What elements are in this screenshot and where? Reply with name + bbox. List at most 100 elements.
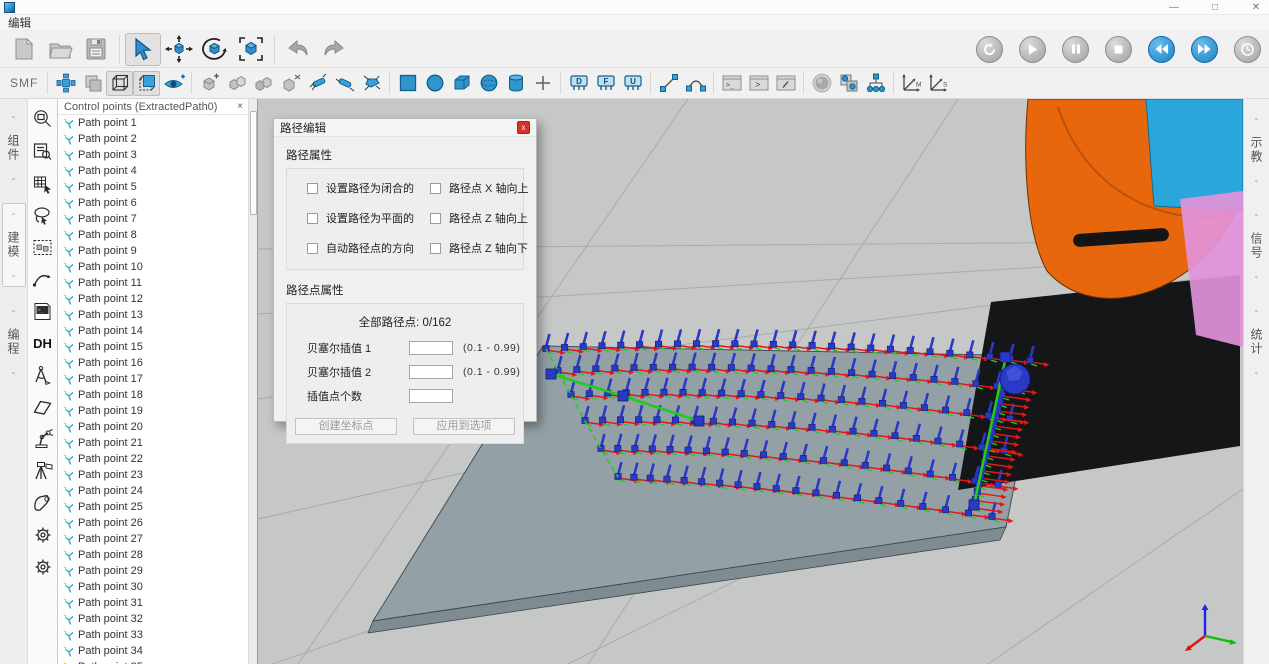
apply-to-selection-button[interactable]: 应用到选项 (413, 418, 515, 435)
tree-item[interactable]: Path point 25 (58, 499, 257, 515)
probe-tool-1-button[interactable] (304, 71, 331, 96)
tree-item[interactable]: Path point 20 (58, 419, 257, 435)
terminal-prompt-button[interactable]: >_ (718, 71, 745, 96)
circle-shape-button[interactable] (421, 71, 448, 96)
restore-button[interactable]: □ (1208, 0, 1222, 15)
move-tool-button[interactable] (161, 33, 197, 66)
tree-item[interactable]: Path point 35 (58, 659, 257, 664)
axis-s-button[interactable]: S (925, 71, 952, 96)
terminal-script-button[interactable] (772, 71, 799, 96)
tree-item[interactable]: Path point 17 (58, 371, 257, 387)
document-search-button[interactable] (31, 139, 55, 163)
tree-item[interactable]: Path point 4 (58, 163, 257, 179)
sphere-shape-button[interactable] (475, 71, 502, 96)
cube-pair-button[interactable] (250, 71, 277, 96)
save-button[interactable] (78, 33, 114, 66)
tree-item[interactable]: Path point 31 (58, 595, 257, 611)
zoom-cube-button[interactable] (31, 107, 55, 131)
frame-tool-button[interactable] (233, 33, 269, 66)
tree-item[interactable]: Path point 14 (58, 323, 257, 339)
checkbox-row[interactable]: 路径点 Z 轴向上 (414, 210, 528, 226)
tree-item[interactable]: Path point 11 (58, 275, 257, 291)
checkbox[interactable] (307, 243, 318, 254)
gear-settings-2-button[interactable] (31, 555, 55, 579)
control-sphere[interactable] (1000, 364, 1030, 394)
square-shape-button[interactable] (394, 71, 421, 96)
arc-segment-button[interactable] (682, 71, 709, 96)
field-input[interactable] (409, 365, 453, 379)
tree-item[interactable]: Path point 30 (58, 579, 257, 595)
eye-add-button[interactable] (160, 71, 187, 96)
select-tool-button[interactable] (125, 33, 161, 66)
timer-button[interactable] (1234, 36, 1261, 63)
checkbox-row[interactable]: 路径点 Z 轴向下 (414, 240, 528, 256)
panel-close-icon[interactable]: × (237, 101, 243, 112)
field-input[interactable] (409, 389, 453, 403)
tree-scrollbar[interactable] (248, 99, 257, 664)
tree-item[interactable]: Path point 22 (58, 451, 257, 467)
tree-item[interactable]: Path point 21 (58, 435, 257, 451)
dialog-close-button[interactable]: x (517, 121, 530, 134)
play-button[interactable] (1019, 36, 1046, 63)
tree-item[interactable]: Path point 18 (58, 387, 257, 403)
gear-settings-1-button[interactable] (31, 523, 55, 547)
script-page-button[interactable]: >_ (31, 299, 55, 323)
tree-item[interactable]: Path point 33 (58, 627, 257, 643)
tree-item[interactable]: Path point 12 (58, 291, 257, 307)
tree-item[interactable]: Path point 1 (58, 115, 257, 131)
tree-item[interactable]: Path point 9 (58, 243, 257, 259)
tree-item[interactable]: Path point 10 (58, 259, 257, 275)
tab-group-teach[interactable]: - 示教 - (1245, 109, 1269, 191)
tree-item[interactable]: Path point 29 (58, 563, 257, 579)
checkbox[interactable] (307, 183, 318, 194)
close-button[interactable]: ✕ (1249, 0, 1263, 15)
tree-item[interactable]: Path point 34 (58, 643, 257, 659)
checkbox[interactable] (430, 183, 441, 194)
shaded-view-button[interactable] (133, 71, 160, 96)
open-file-button[interactable] (42, 33, 78, 66)
chip-u-button[interactable]: U (619, 71, 646, 96)
hierarchy-button[interactable] (862, 71, 889, 96)
lasso-select-button[interactable] (31, 203, 55, 227)
tree-item[interactable]: Path point 8 (58, 227, 257, 243)
lamp-path-button[interactable] (31, 491, 55, 515)
dh-parameters-button[interactable]: DH (31, 331, 55, 355)
wireframe-view-button[interactable] (106, 71, 133, 96)
curve-point-button[interactable] (31, 267, 55, 291)
tree-item[interactable]: Path point 23 (58, 467, 257, 483)
tab-group-components[interactable]: - 组件 - (2, 107, 26, 189)
tab-group-signal[interactable]: - 信号 - (1245, 205, 1269, 287)
fast-forward-button[interactable] (1191, 36, 1218, 63)
reset-playback-button[interactable] (976, 36, 1003, 63)
tree-item[interactable]: Path point 3 (58, 147, 257, 163)
checkbox[interactable] (430, 243, 441, 254)
dialog-title-bar[interactable]: 路径编辑 x (274, 119, 536, 137)
chip-f-button[interactable]: F (592, 71, 619, 96)
checkbox-row[interactable]: 自动路径点的方向 (291, 240, 414, 256)
tree-item[interactable]: Path point 15 (58, 339, 257, 355)
stop-button[interactable] (1105, 36, 1132, 63)
add-shape-button[interactable] (529, 71, 556, 96)
pause-button[interactable] (1062, 36, 1089, 63)
probe-tool-2-button[interactable] (331, 71, 358, 96)
checkbox[interactable] (430, 213, 441, 224)
tree-item[interactable]: Path point 32 (58, 611, 257, 627)
frames-link-button[interactable] (835, 71, 862, 96)
tab-group-statistics[interactable]: - 统计 - (1245, 301, 1269, 383)
plane-surface-button[interactable] (31, 395, 55, 419)
redo-button[interactable] (316, 33, 352, 66)
checkbox-row[interactable]: 路径点 X 轴向上 (414, 180, 528, 196)
terminal-run-button[interactable]: > (745, 71, 772, 96)
minimize-button[interactable]: — (1167, 0, 1181, 15)
checkbox-row[interactable]: 设置路径为平面的 (291, 210, 414, 226)
cylinder-shape-button[interactable] (502, 71, 529, 96)
tree-item[interactable]: Path point 19 (58, 403, 257, 419)
tree-item[interactable]: Path point 6 (58, 195, 257, 211)
undo-button[interactable] (280, 33, 316, 66)
line-segment-button[interactable] (655, 71, 682, 96)
grid-model-button[interactable] (31, 171, 55, 195)
cube-add-button[interactable] (196, 71, 223, 96)
chip-d-button[interactable]: D (565, 71, 592, 96)
create-coordinate-points-button[interactable]: 创建坐标点 (295, 418, 397, 435)
probe-tool-3-button[interactable] (358, 71, 385, 96)
